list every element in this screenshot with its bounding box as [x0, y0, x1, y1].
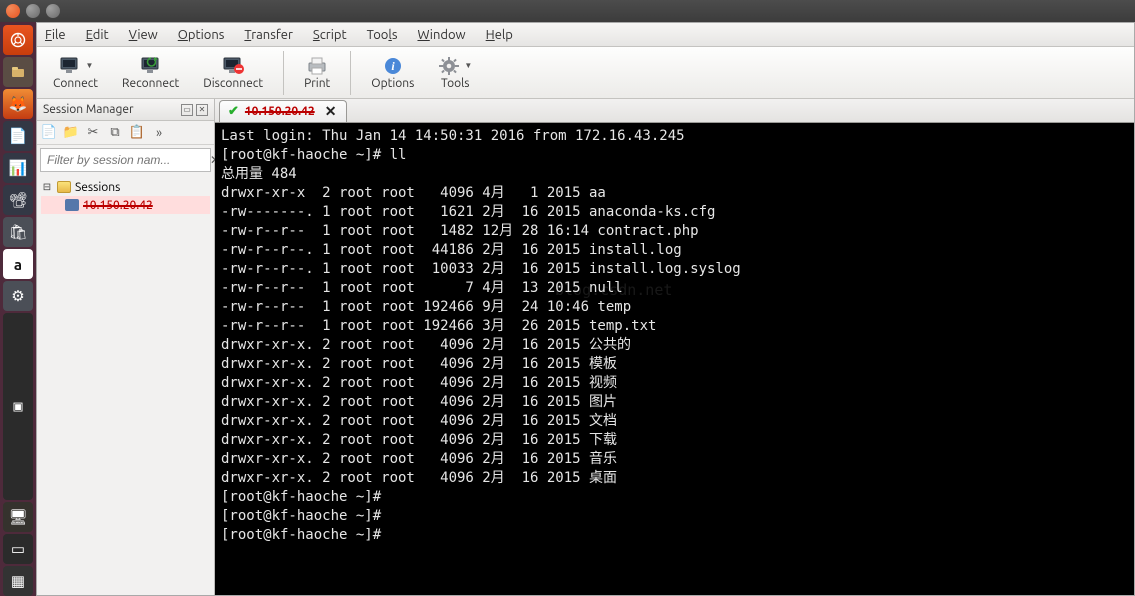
- toolbar-options-label: Options: [371, 77, 414, 90]
- launcher-calc-icon[interactable]: 📊: [3, 153, 33, 183]
- session-manager-panel: Session Manager ▭ ✕ 📄 📁 ✂ ⧉ 📋 » ✕: [37, 99, 215, 595]
- tree-session-item[interactable]: 10.150.20.42: [41, 196, 210, 214]
- menu-view[interactable]: View: [129, 28, 158, 42]
- app-window: File Edit View Options Transfer Script T…: [36, 22, 1135, 596]
- toolbar-connect-button[interactable]: ▼ Connect: [47, 54, 104, 92]
- window-close-icon[interactable]: [6, 4, 20, 18]
- folder-icon: [57, 181, 71, 193]
- dropdown-arrow-icon: ▼: [464, 61, 472, 70]
- menu-window[interactable]: Window: [417, 28, 465, 42]
- toolbar-connect-label: Connect: [53, 77, 98, 90]
- menu-help[interactable]: Help: [486, 28, 513, 42]
- menu-bar: File Edit View Options Transfer Script T…: [37, 23, 1134, 47]
- monitor-reconnect-icon: [139, 56, 163, 76]
- launcher-app2-icon[interactable]: ▭: [3, 534, 33, 564]
- launcher-workspace-icon[interactable]: ▦: [3, 566, 33, 596]
- tree-session-label: 10.150.20.42: [83, 199, 153, 212]
- toolbar-separator: [350, 51, 351, 95]
- menu-transfer[interactable]: Transfer: [244, 28, 293, 42]
- window-maximize-icon[interactable]: [46, 4, 60, 18]
- window-titlebar: [0, 0, 1135, 22]
- toolbar-reconnect-button[interactable]: Reconnect: [116, 54, 185, 92]
- monitor-disconnect-icon: [221, 56, 245, 76]
- toolbar-print-button[interactable]: Print: [298, 54, 336, 92]
- connected-check-icon: ✔: [228, 104, 239, 119]
- gear-icon: [438, 56, 460, 76]
- toolbar-disconnect-button[interactable]: Disconnect: [197, 54, 269, 92]
- toolbar-options-button[interactable]: i Options: [365, 54, 420, 92]
- launcher-app-icon[interactable]: 🖥: [3, 502, 33, 532]
- session-manager-title: Session Manager: [43, 103, 134, 116]
- session-filter-row: ✕: [40, 148, 211, 172]
- tab-bar: ✔ 10.150.20.42 ✕: [215, 99, 1134, 123]
- launcher-amazon-icon[interactable]: a: [3, 249, 33, 279]
- more-icon[interactable]: »: [151, 125, 167, 141]
- paste-icon[interactable]: 📋: [129, 125, 145, 141]
- cut-icon[interactable]: ✂: [85, 125, 101, 141]
- launcher-firefox-icon[interactable]: 🦊: [3, 89, 33, 119]
- tab-close-icon[interactable]: ✕: [325, 103, 337, 120]
- dropdown-arrow-icon: ▼: [86, 61, 94, 70]
- toolbar-print-label: Print: [304, 77, 330, 90]
- tab-label: 10.150.20.42: [245, 105, 315, 118]
- new-folder-icon[interactable]: 📁: [63, 125, 79, 141]
- panel-close-icon[interactable]: ✕: [196, 104, 208, 116]
- session-manager-toolbar: 📄 📁 ✂ ⧉ 📋 »: [37, 121, 214, 145]
- launcher-impress-icon[interactable]: 📽: [3, 185, 33, 215]
- session-filter-input[interactable]: [41, 151, 210, 169]
- printer-icon: [305, 56, 329, 76]
- info-icon: i: [382, 56, 404, 76]
- toolbar-reconnect-label: Reconnect: [122, 77, 179, 90]
- host-icon: [65, 199, 79, 211]
- launcher-settings-icon[interactable]: ⚙: [3, 281, 33, 311]
- toolbar: ▼ Connect Reconnect Disconnect Print i O…: [37, 47, 1134, 99]
- main-content: Session Manager ▭ ✕ 📄 📁 ✂ ⧉ 📋 » ✕: [37, 99, 1134, 595]
- launcher-software-icon[interactable]: 🛍: [3, 217, 33, 247]
- session-tab[interactable]: ✔ 10.150.20.42 ✕: [219, 100, 347, 122]
- session-manager-header: Session Manager ▭ ✕: [37, 99, 214, 121]
- session-tree: ⊟ Sessions 10.150.20.42: [37, 175, 214, 217]
- launcher-files-icon[interactable]: [3, 57, 33, 87]
- window-minimize-icon[interactable]: [26, 4, 40, 18]
- panel-popout-icon[interactable]: ▭: [181, 104, 193, 116]
- toolbar-tools-button[interactable]: ▼ Tools: [432, 54, 478, 92]
- tree-root-sessions[interactable]: ⊟ Sessions: [41, 178, 210, 196]
- menu-tools[interactable]: Tools: [367, 28, 398, 42]
- terminal-area: ✔ 10.150.20.42 ✕ Last login: Thu Jan 14 …: [215, 99, 1134, 595]
- unity-launcher: 🦊 📄 📊 📽 🛍 a ⚙ ▣ 🖥 ▭ ▦: [0, 22, 36, 596]
- new-session-icon[interactable]: 📄: [41, 125, 57, 141]
- launcher-terminal-icon[interactable]: ▣: [3, 313, 33, 500]
- toolbar-disconnect-label: Disconnect: [203, 77, 263, 90]
- menu-options[interactable]: Options: [178, 28, 225, 42]
- launcher-dash-icon[interactable]: [3, 25, 33, 55]
- menu-script[interactable]: Script: [313, 28, 347, 42]
- menu-edit[interactable]: Edit: [86, 28, 109, 42]
- launcher-writer-icon[interactable]: 📄: [3, 121, 33, 151]
- copy-icon[interactable]: ⧉: [107, 125, 123, 141]
- terminal-output[interactable]: Last login: Thu Jan 14 14:50:31 2016 fro…: [215, 123, 1134, 595]
- menu-file[interactable]: File: [45, 28, 66, 42]
- expander-icon[interactable]: ⊟: [41, 181, 53, 193]
- tree-root-label: Sessions: [75, 181, 120, 194]
- monitor-icon: [58, 56, 82, 76]
- toolbar-tools-label: Tools: [441, 77, 470, 90]
- toolbar-separator: [283, 51, 284, 95]
